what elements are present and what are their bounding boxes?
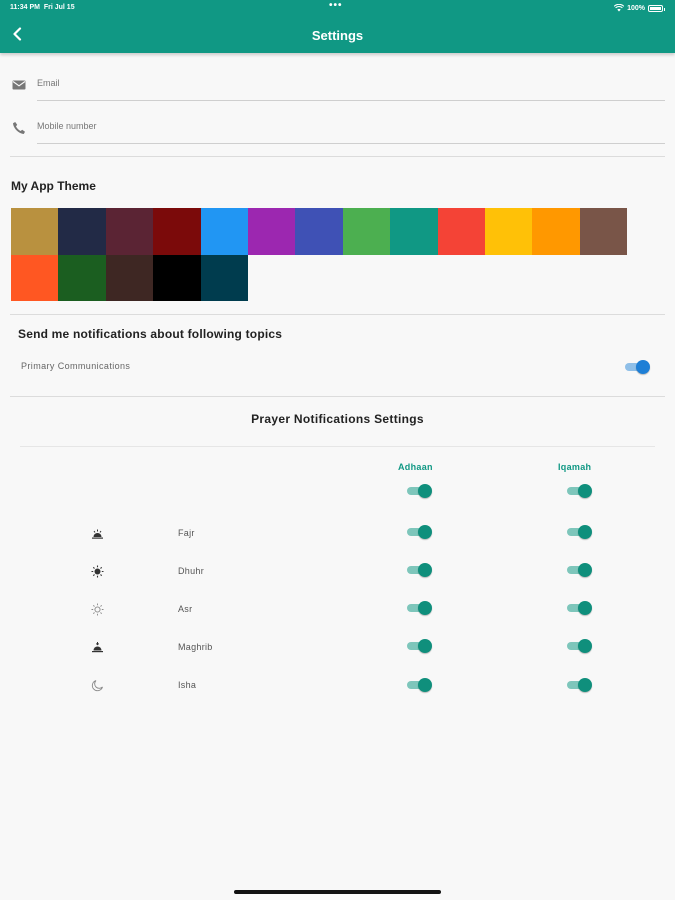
dhuhr-adhaan-toggle[interactable] bbox=[406, 563, 432, 577]
theme-color-swatch[interactable] bbox=[579, 208, 628, 255]
sun-icon bbox=[91, 565, 104, 578]
sun-outline-icon bbox=[91, 603, 104, 616]
divider bbox=[10, 156, 665, 157]
isha-adhaan-toggle[interactable] bbox=[406, 678, 432, 692]
theme-color-swatch[interactable] bbox=[342, 208, 391, 255]
fajr-adhaan-toggle[interactable] bbox=[406, 525, 432, 539]
theme-color-swatch[interactable] bbox=[200, 254, 248, 301]
adhaan-all-toggle[interactable] bbox=[406, 484, 432, 498]
theme-color-swatch[interactable] bbox=[11, 208, 59, 255]
email-field[interactable]: Email bbox=[0, 70, 675, 110]
theme-color-swatch[interactable] bbox=[390, 208, 438, 255]
theme-color-swatch[interactable] bbox=[532, 208, 580, 255]
divider bbox=[10, 314, 665, 315]
prayer-name-dhuhr: Dhuhr bbox=[178, 566, 205, 576]
status-right: 100% bbox=[614, 4, 665, 12]
mobile-number-field[interactable]: Mobile number bbox=[0, 113, 675, 153]
notifications-section-title: Send me notifications about following to… bbox=[18, 327, 283, 341]
mail-icon bbox=[12, 80, 26, 90]
prayer-name-maghrib: Maghrib bbox=[178, 642, 213, 652]
theme-color-swatch[interactable] bbox=[105, 254, 154, 301]
maghrib-adhaan-toggle[interactable] bbox=[406, 639, 432, 653]
email-underline bbox=[37, 100, 665, 101]
prayer-name-fajr: Fajr bbox=[178, 528, 195, 538]
status-time: 11:34 PM Fri Jul 15 bbox=[10, 4, 75, 11]
theme-section-title: My App Theme bbox=[11, 179, 96, 193]
theme-color-swatch[interactable] bbox=[153, 254, 201, 301]
theme-color-swatch[interactable] bbox=[11, 254, 59, 301]
prayer-section-title: Prayer Notifications Settings bbox=[251, 412, 424, 426]
prayer-name-asr: Asr bbox=[178, 604, 193, 614]
moon-icon bbox=[91, 680, 103, 692]
email-label: Email bbox=[37, 78, 60, 88]
adhaan-column-header: Adhaan bbox=[398, 462, 433, 472]
theme-color-swatch[interactable] bbox=[153, 208, 201, 255]
phone-icon bbox=[13, 122, 25, 134]
theme-color-swatch[interactable] bbox=[58, 208, 106, 255]
theme-color-swatch[interactable] bbox=[200, 208, 248, 255]
theme-color-swatch[interactable] bbox=[247, 208, 296, 255]
theme-color-swatch[interactable] bbox=[484, 208, 533, 255]
fajr-iqamah-toggle[interactable] bbox=[566, 525, 592, 539]
iqamah-column-header: Iqamah bbox=[558, 462, 592, 472]
app-bar: 11:34 PM Fri Jul 15 ••• 100% Settings bbox=[0, 0, 675, 53]
divider bbox=[10, 396, 665, 397]
dhuhr-iqamah-toggle[interactable] bbox=[566, 563, 592, 577]
sunrise-icon bbox=[92, 529, 103, 539]
multitask-dots[interactable]: ••• bbox=[329, 0, 343, 11]
theme-color-swatch[interactable] bbox=[105, 208, 154, 255]
theme-color-swatch[interactable] bbox=[437, 208, 485, 255]
asr-adhaan-toggle[interactable] bbox=[406, 601, 432, 615]
battery-percent: 100% bbox=[627, 4, 645, 12]
theme-color-swatch[interactable] bbox=[295, 208, 343, 255]
maghrib-iqamah-toggle[interactable] bbox=[566, 639, 592, 653]
sunset-icon bbox=[92, 642, 103, 653]
home-indicator[interactable] bbox=[234, 890, 441, 894]
primary-communications-label: Primary Communications bbox=[21, 361, 131, 371]
isha-iqamah-toggle[interactable] bbox=[566, 678, 592, 692]
mobile-label: Mobile number bbox=[37, 121, 97, 131]
status-bar: 11:34 PM Fri Jul 15 ••• 100% bbox=[0, 0, 675, 15]
wifi-icon bbox=[614, 4, 625, 12]
primary-communications-toggle[interactable] bbox=[624, 360, 650, 374]
asr-iqamah-toggle[interactable] bbox=[566, 601, 592, 615]
theme-color-swatch[interactable] bbox=[58, 254, 106, 301]
iqamah-all-toggle[interactable] bbox=[566, 484, 592, 498]
divider bbox=[20, 446, 655, 447]
prayer-name-isha: Isha bbox=[178, 680, 197, 690]
page-title: Settings bbox=[311, 28, 364, 43]
battery-icon bbox=[648, 4, 665, 12]
theme-swatch-grid bbox=[11, 208, 628, 301]
mobile-underline bbox=[37, 143, 665, 144]
